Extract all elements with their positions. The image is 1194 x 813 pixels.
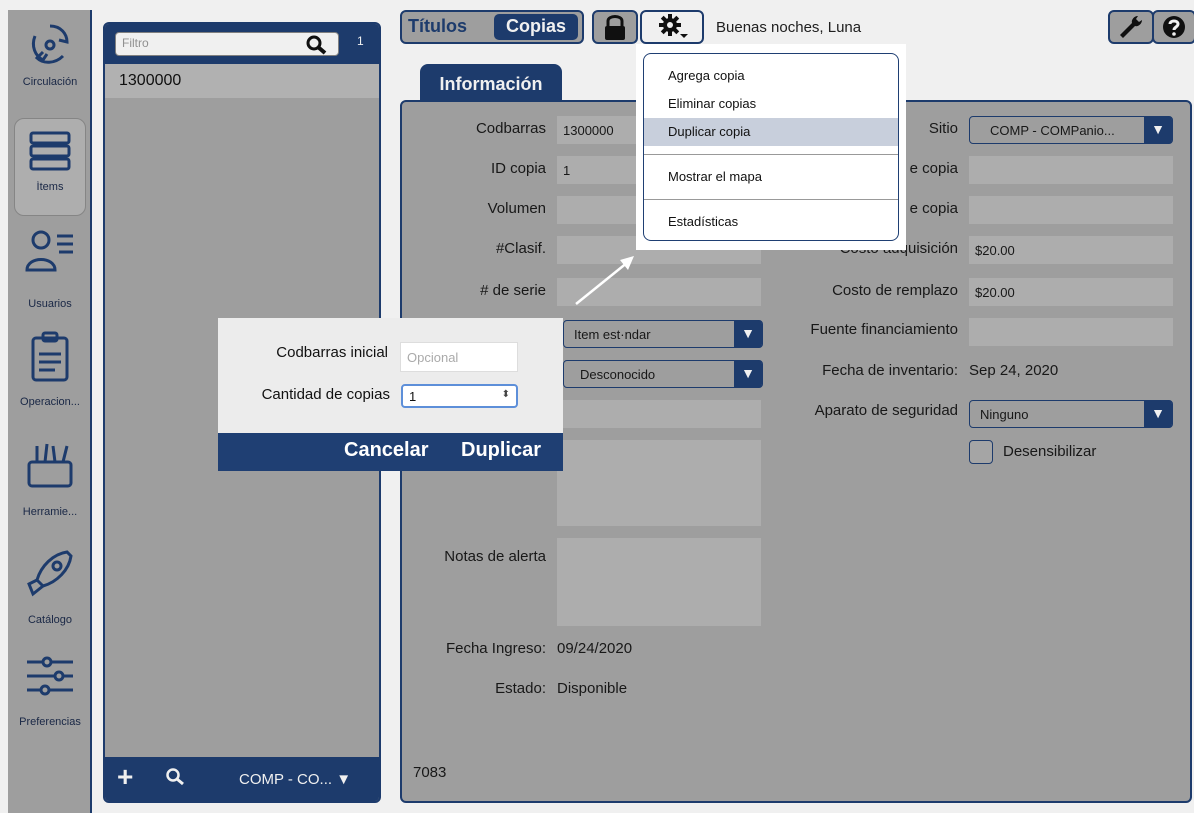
duplicate-dialog: Codbarras inicial Opcional Cantidad de c…	[218, 318, 563, 471]
start-barcode-label: Codbarras inicial	[276, 344, 388, 361]
stepper-arrows-icon[interactable]: ⬍	[502, 389, 510, 400]
dialog-footer: Cancelar Duplicar	[218, 433, 563, 471]
menu-item-delete-copies[interactable]: Eliminar copias	[644, 90, 898, 118]
menu-separator	[644, 154, 898, 155]
menu-separator	[644, 199, 898, 200]
menu-item-duplicate-copy[interactable]: Duplicar copia	[644, 118, 898, 146]
cancel-button[interactable]: Cancelar	[344, 439, 429, 462]
copy-count-stepper[interactable]: 1 ⬍	[401, 384, 518, 408]
modal-overlay	[0, 0, 1194, 813]
menu-item-add-copy[interactable]: Agrega copia	[644, 62, 898, 90]
annotation-arrow-icon	[575, 256, 634, 305]
copy-count-label: Cantidad de copias	[261, 386, 390, 403]
menu-item-statistics[interactable]: Estadísticas	[644, 208, 898, 236]
start-barcode-input[interactable]: Opcional	[400, 342, 518, 372]
copy-count-value: 1	[409, 389, 417, 404]
gear-menu: Agrega copia Eliminar copias Duplicar co…	[643, 53, 899, 241]
duplicate-button[interactable]: Duplicar	[461, 439, 541, 462]
start-barcode-placeholder: Opcional	[407, 350, 459, 365]
menu-item-show-map[interactable]: Mostrar el mapa	[644, 163, 898, 191]
